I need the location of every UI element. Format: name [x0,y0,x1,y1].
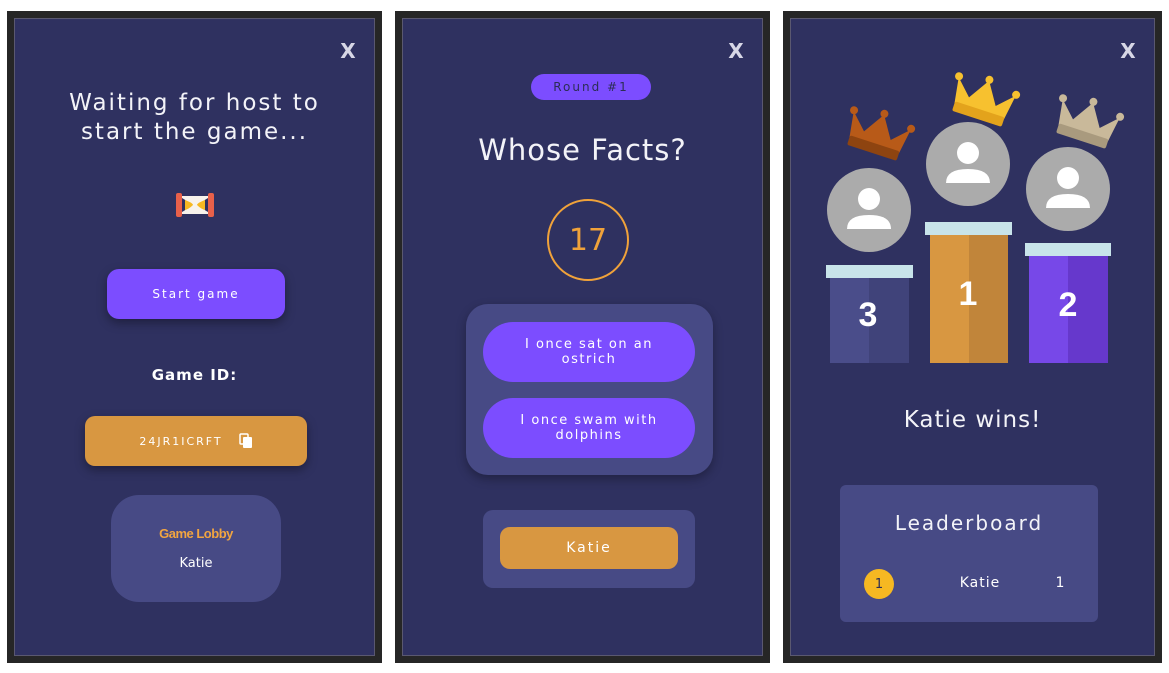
player-answer-button[interactable]: Katie [500,527,678,569]
waiting-title: Waiting for host to start the game... [15,89,374,147]
round-panel: X Round #1 Whose Facts? 17 I once sat on… [395,11,770,663]
place-1-label: 1 [959,275,978,313]
round-badge: Round #1 [531,74,651,100]
podium-first: 1 [925,72,1021,363]
facts-card: I once sat on an ostrich I once swam wit… [466,304,713,475]
game-code: 24JR1ICRFT [139,434,223,448]
countdown-timer: 17 [547,199,629,281]
waiting-panel: X Waiting for host to start the game... … [7,11,382,663]
leaderboard-player-name: Katie [959,575,1001,591]
waiting-title-line1: Waiting for host to [69,90,320,116]
close-icon[interactable]: X [726,41,746,61]
podium-third: 3 [826,106,916,363]
podium-illustration: 3 1 2 [826,72,1125,363]
leaderboard-title: Leaderboard [894,511,1044,535]
close-icon[interactable]: X [338,41,358,61]
game-code-button[interactable]: 24JR1ICRFT [85,416,307,466]
fact-option[interactable]: I once swam with dolphins [483,398,695,458]
gold-crown-icon [952,72,1021,127]
copy-icon[interactable] [238,433,253,449]
silver-crown-icon [1056,94,1125,149]
round-screen: X Round #1 Whose Facts? 17 I once sat on… [402,18,763,656]
lobby-title: Game Lobby [159,526,233,541]
bronze-crown-icon [847,106,916,161]
round-title: Whose Facts? [478,133,687,167]
waiting-screen: X Waiting for host to start the game... … [14,18,375,656]
game-id-label: Game ID: [151,366,238,384]
game-lobby-card: Game Lobby Katie [111,495,281,602]
waiting-title-line2: start the game... [80,119,309,145]
podium-second: 2 [1025,94,1125,363]
leaderboard-card: Leaderboard 1 Katie 1 [840,485,1098,622]
winner-text: Katie wins! [903,407,1042,433]
results-screen: X 3 1 2 Katie wins! Leaderboard 1 Katie … [790,18,1155,656]
rank-badge: 1 [864,569,894,599]
results-panel: X 3 1 2 Katie wins! Leaderboard 1 Katie … [783,11,1162,663]
lobby-player: Katie [179,556,213,571]
start-game-button[interactable]: Start game [107,269,285,319]
place-2-label: 2 [1059,286,1078,324]
fact-option[interactable]: I once sat on an ostrich [483,322,695,382]
leaderboard-player-score: 1 [1055,575,1065,591]
place-3-label: 3 [859,296,878,334]
answer-card: Katie [483,510,695,588]
hourglass-icon [176,193,214,217]
